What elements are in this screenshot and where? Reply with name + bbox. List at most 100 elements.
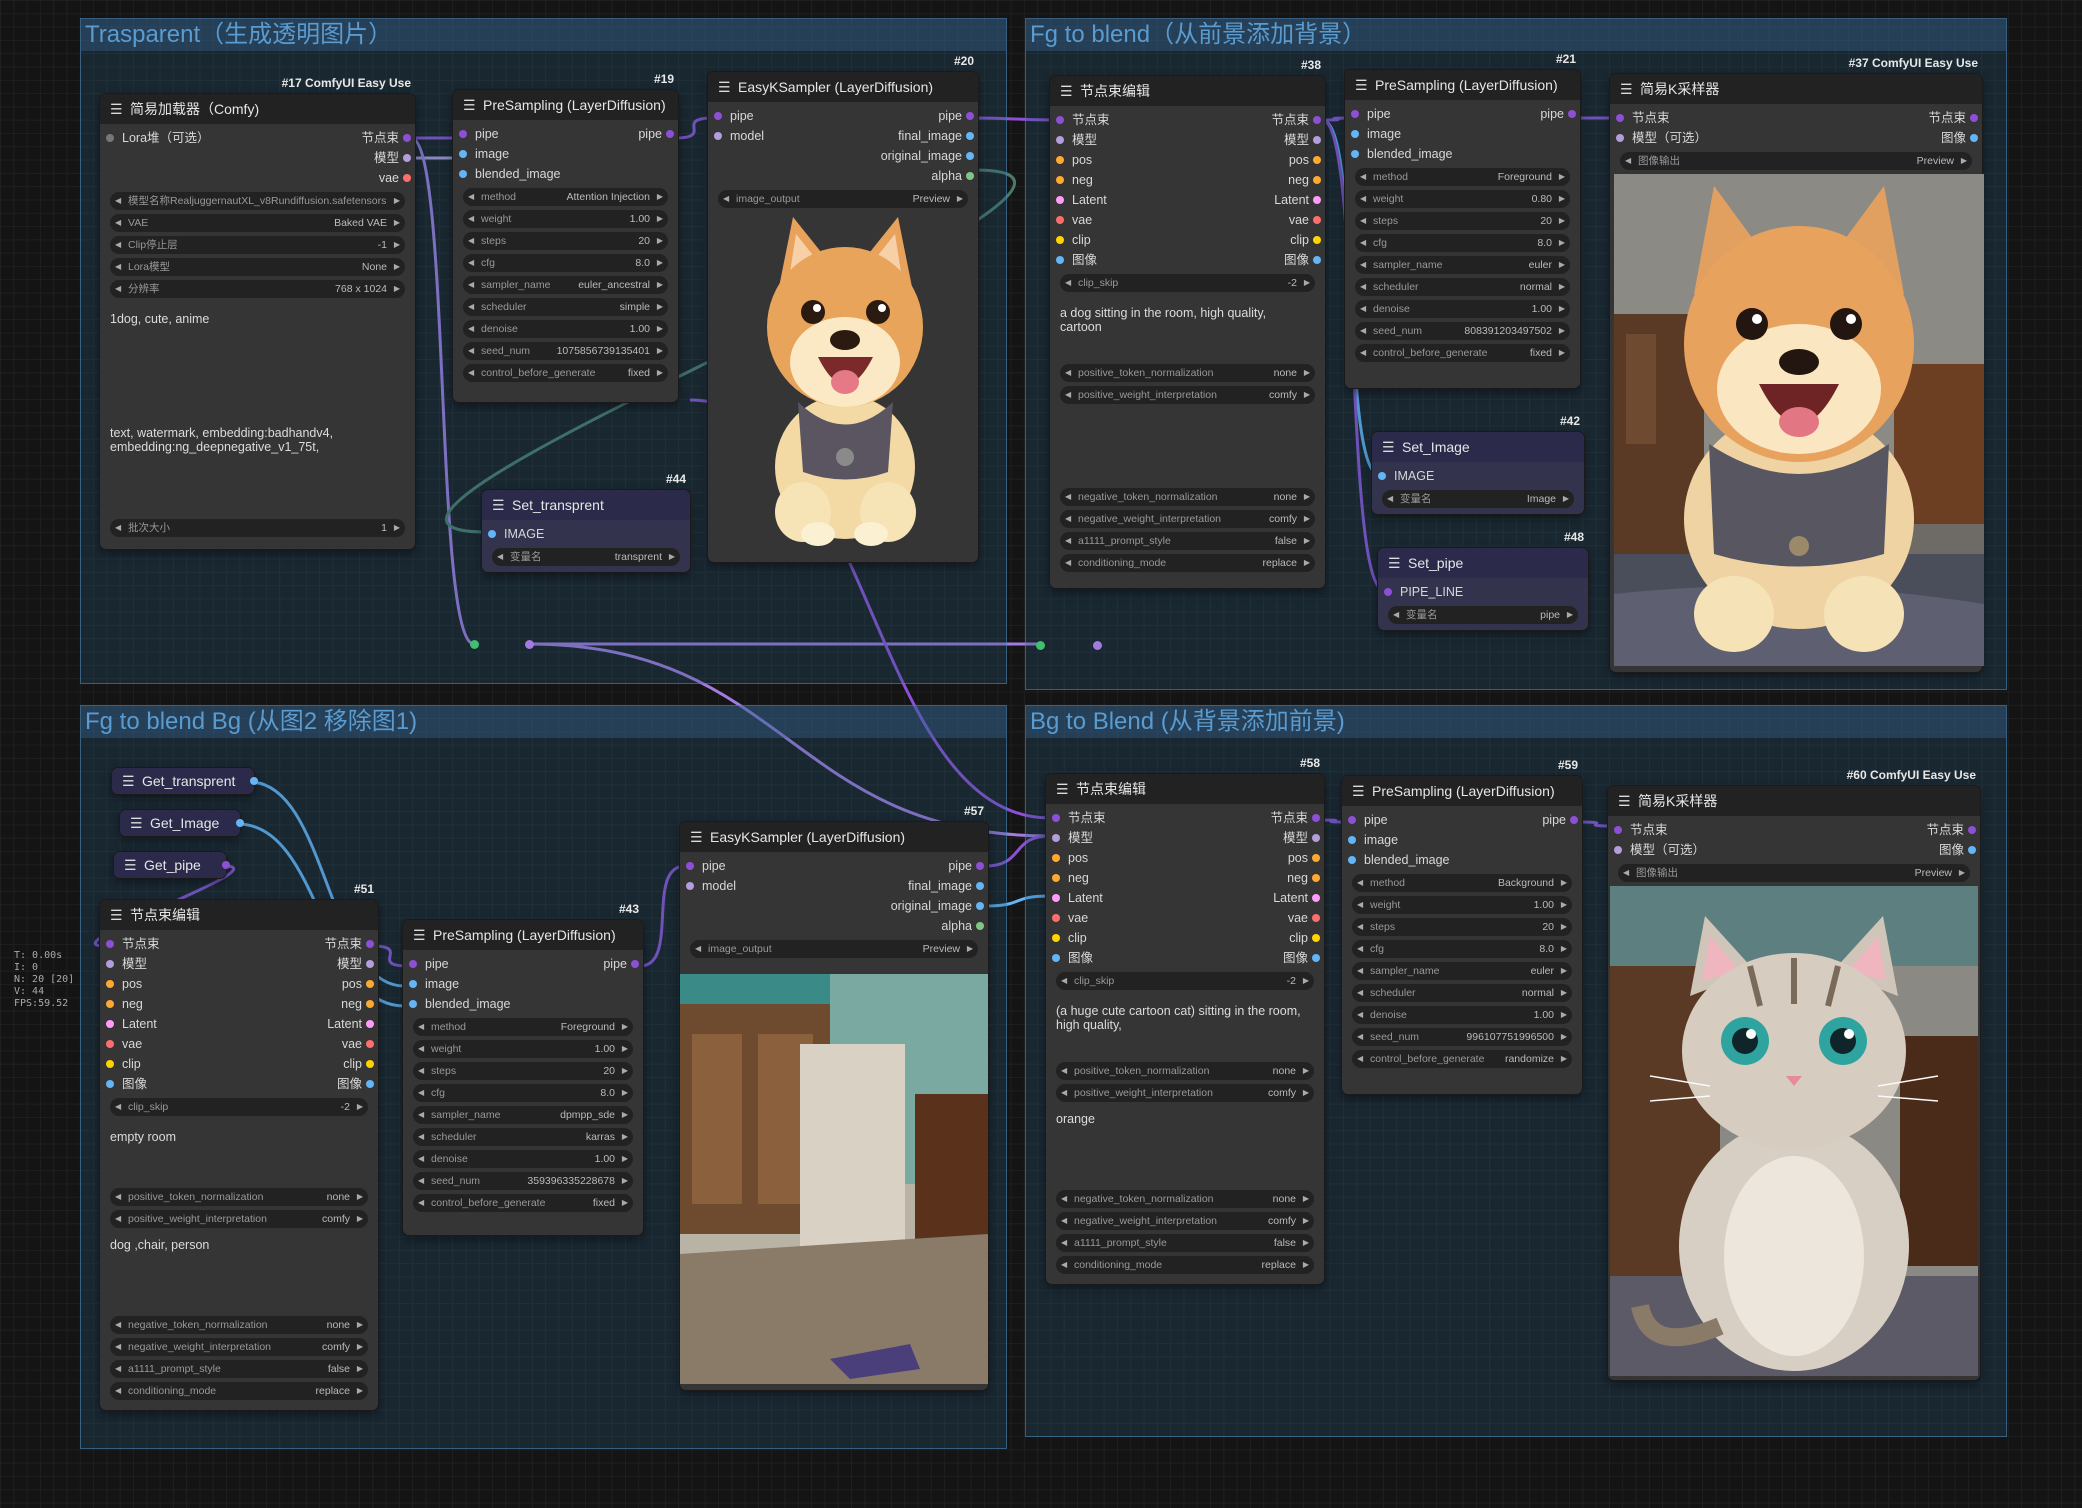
menu-icon[interactable]: ☰	[718, 79, 731, 96]
menu-icon[interactable]: ☰	[124, 857, 137, 874]
input-slot[interactable]	[1056, 156, 1064, 164]
reroute-node[interactable]	[525, 640, 534, 649]
widget-batch[interactable]: 批次大小 1	[110, 519, 405, 537]
input-slot[interactable]	[714, 112, 722, 120]
widget-scheduler[interactable]: scheduler simple	[463, 298, 668, 316]
node-easy-ksampler-37[interactable]: #37 ComfyUI Easy Use ☰ 简易K采样器 节点束 节点束 模型（可…	[1610, 56, 1984, 672]
input-slot[interactable]	[1056, 216, 1064, 224]
group-title[interactable]: Fg to blend（从前景添加背景）	[1026, 19, 2006, 51]
widget-scheduler[interactable]: scheduler normal	[1355, 278, 1570, 296]
node-presampling-59[interactable]: #59 ☰ PreSampling (LayerDiffusion) pipe pi…	[1342, 758, 1582, 1094]
reroute-node[interactable]	[1036, 641, 1045, 650]
widget-ckpt[interactable]: 模型名称RealjuggernautXL_v8Rundiffusion.safe…	[110, 192, 405, 210]
positive-prompt-textarea[interactable]: a dog sitting in the room, high quality,…	[1060, 306, 1315, 358]
preview-image-empty-room[interactable]	[680, 974, 988, 1384]
input-slot[interactable]	[106, 960, 114, 968]
group-title[interactable]: Trasparent（生成透明图片）	[81, 19, 1006, 51]
widget-denoise[interactable]: denoise 1.00	[463, 320, 668, 338]
positive-prompt-textarea[interactable]: (a huge cute cartoon cat) sitting in the…	[1056, 1004, 1314, 1056]
input-slot[interactable]	[106, 1020, 114, 1028]
widget-method[interactable]: method Foreground	[413, 1018, 633, 1036]
output-slot[interactable]	[1313, 176, 1321, 184]
widget-image-output[interactable]: image_output Preview	[718, 190, 968, 208]
output-slot[interactable]	[366, 1040, 374, 1048]
widget-var-name[interactable]: 变量名 Image	[1382, 490, 1574, 508]
widget-negative-weight-interpretation[interactable]: negative_weight_interpretation comfy	[110, 1338, 368, 1356]
input-slot[interactable]	[1052, 954, 1060, 962]
menu-icon[interactable]: ☰	[1056, 781, 1069, 798]
widget-conditioning-mode[interactable]: conditioning_mode replace	[110, 1382, 368, 1400]
node-header[interactable]: ☰ Get_transprent	[112, 768, 254, 794]
output-slot[interactable]	[1313, 196, 1321, 204]
input-slot[interactable]	[459, 150, 467, 158]
widget-method[interactable]: method Foreground	[1355, 168, 1570, 186]
widget-steps[interactable]: steps 20	[463, 232, 668, 250]
node-set-image[interactable]: #42 ☰ Set_Image IMAGE 变量名 Image	[1372, 414, 1584, 514]
node-header[interactable]: ☰ PreSampling (LayerDiffusion)	[453, 90, 678, 120]
node-header[interactable]: ☰ PreSampling (LayerDiffusion)	[1345, 70, 1580, 100]
node-header[interactable]: ☰ Get_pipe	[114, 852, 226, 878]
input-slot[interactable]	[1384, 588, 1392, 596]
widget-resolution[interactable]: 分辨率 768 x 1024	[110, 280, 405, 298]
output-slot[interactable]	[366, 1000, 374, 1008]
widget-denoise[interactable]: denoise 1.00	[413, 1150, 633, 1168]
reroute-node[interactable]	[470, 640, 479, 649]
widget-positive-weight-interpretation[interactable]: positive_weight_interpretation comfy	[1056, 1084, 1314, 1102]
output-slot[interactable]	[366, 1020, 374, 1028]
widget-sampler-name[interactable]: sampler_name euler_ancestral	[463, 276, 668, 294]
input-slot[interactable]	[1348, 816, 1356, 824]
output-slot[interactable]	[1968, 826, 1976, 834]
widget-clip-stop[interactable]: Clip停止层 -1	[110, 236, 405, 254]
node-header[interactable]: ☰ PreSampling (LayerDiffusion)	[1342, 776, 1582, 806]
widget-a1111-prompt-style[interactable]: a1111_prompt_style false	[110, 1360, 368, 1378]
output-slot[interactable]	[222, 861, 230, 869]
output-slot[interactable]	[1568, 110, 1576, 118]
input-slot[interactable]	[409, 1000, 417, 1008]
widget-scheduler[interactable]: scheduler normal	[1352, 984, 1572, 1002]
node-get-pipe[interactable]: ☰ Get_pipe	[114, 852, 230, 878]
widget-image-output[interactable]: 图像输出 Preview	[1618, 864, 1970, 882]
preview-image-dog-in-room[interactable]	[1614, 174, 1984, 666]
widget-sampler-name[interactable]: sampler_name euler	[1352, 962, 1572, 980]
widget-positive-token-normalization[interactable]: positive_token_normalization none	[1060, 364, 1315, 382]
group-title[interactable]: Bg to Blend (从背景添加前景)	[1026, 706, 2006, 738]
menu-icon[interactable]: ☰	[122, 773, 135, 790]
menu-icon[interactable]: ☰	[1355, 77, 1368, 94]
output-slot[interactable]	[236, 819, 244, 827]
widget-var-name[interactable]: 变量名 transprent	[492, 548, 680, 566]
node-header[interactable]: ☰ EasyKSampler (LayerDiffusion)	[680, 822, 988, 852]
menu-icon[interactable]: ☰	[110, 907, 123, 924]
widget-weight[interactable]: weight 1.00	[463, 210, 668, 228]
node-header[interactable]: ☰ 节点束编辑	[1050, 76, 1325, 106]
output-slot[interactable]	[403, 154, 411, 162]
widget-var-name[interactable]: 变量名 pipe	[1388, 606, 1578, 624]
node-header[interactable]: ☰ Set_Image	[1372, 432, 1584, 462]
output-slot[interactable]	[1312, 914, 1320, 922]
menu-icon[interactable]: ☰	[130, 815, 143, 832]
input-slot[interactable]	[1351, 110, 1359, 118]
widget-denoise[interactable]: denoise 1.00	[1352, 1006, 1572, 1024]
input-slot[interactable]	[686, 882, 694, 890]
widget-cfg[interactable]: cfg 8.0	[1355, 234, 1570, 252]
menu-icon[interactable]: ☰	[1618, 793, 1631, 810]
input-slot[interactable]	[409, 960, 417, 968]
node-header[interactable]: ☰ 节点束编辑	[100, 900, 378, 930]
output-slot[interactable]	[1313, 156, 1321, 164]
widget-positive-token-normalization[interactable]: positive_token_normalization none	[110, 1188, 368, 1206]
widget-seed-num[interactable]: seed_num 1075856739135401	[463, 342, 668, 360]
output-slot[interactable]	[1570, 816, 1578, 824]
widget-clip-skip[interactable]: clip_skip -2	[110, 1098, 368, 1116]
output-slot[interactable]	[403, 134, 411, 142]
input-slot[interactable]	[1348, 836, 1356, 844]
output-slot[interactable]	[1312, 954, 1320, 962]
output-slot[interactable]	[1968, 846, 1976, 854]
input-slot[interactable]	[1616, 134, 1624, 142]
widget-sampler-name[interactable]: sampler_name euler	[1355, 256, 1570, 274]
input-slot[interactable]	[459, 130, 467, 138]
input-slot[interactable]	[1378, 472, 1386, 480]
widget-denoise[interactable]: denoise 1.00	[1355, 300, 1570, 318]
output-slot[interactable]	[966, 132, 974, 140]
widget-positive-weight-interpretation[interactable]: positive_weight_interpretation comfy	[1060, 386, 1315, 404]
menu-icon[interactable]: ☰	[1060, 83, 1073, 100]
input-slot[interactable]	[1056, 176, 1064, 184]
